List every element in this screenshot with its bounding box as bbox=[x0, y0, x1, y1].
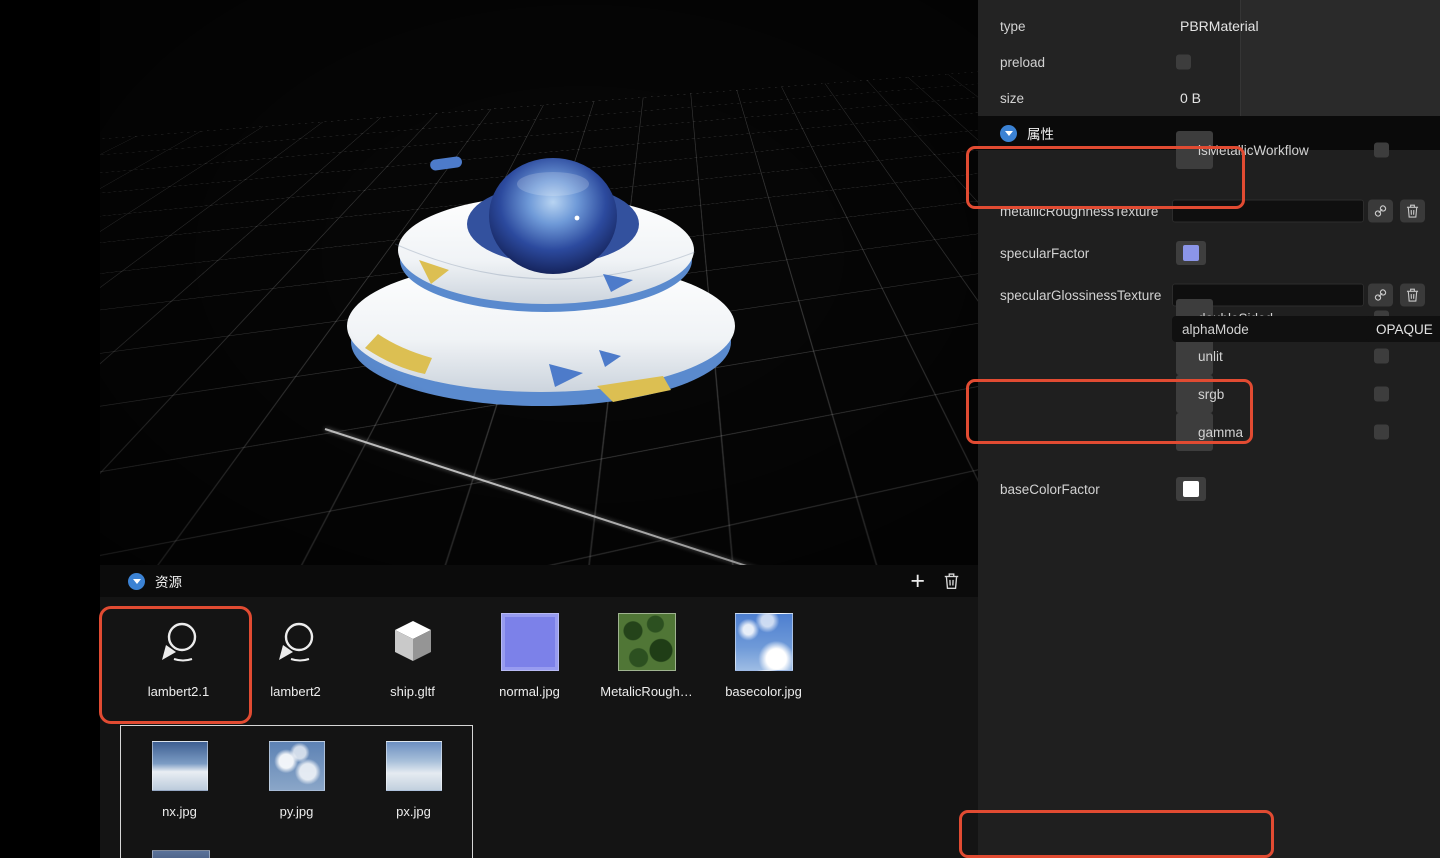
prop-row-unlit: unlit bbox=[1176, 337, 1389, 375]
prop-row-srgb: srgb bbox=[1176, 375, 1389, 413]
prop-row-isMetallicWorkflow: isMetallicWorkflow bbox=[1176, 131, 1389, 169]
size-value: 0 B bbox=[1180, 90, 1202, 106]
metallicRoughnessTexture-delete-button[interactable] bbox=[1400, 199, 1425, 223]
prop-row-specularFactor: specularFactor bbox=[978, 234, 1440, 272]
resources-title: 资源 bbox=[155, 575, 182, 590]
inspector-panel: type PBRMaterial preload size 0 B 属性 isM… bbox=[978, 0, 1440, 858]
asset-thumbnail bbox=[617, 613, 676, 671]
prop-label: gamma bbox=[1198, 424, 1244, 440]
prop-label: type bbox=[1000, 18, 1026, 34]
trash-icon bbox=[1406, 288, 1419, 302]
prop-label: isMetallicWorkflow bbox=[1198, 142, 1309, 158]
specularGlossinessTexture-delete-button[interactable] bbox=[1400, 283, 1425, 307]
link-icon bbox=[1374, 205, 1387, 217]
resources-panel-header: 资源 + bbox=[100, 565, 978, 597]
asset-basecolor.jpg[interactable]: basecolor.jpg bbox=[705, 597, 822, 699]
metallicRoughnessTexture-link-button[interactable] bbox=[1368, 199, 1393, 223]
asset-MetalicRough…[interactable]: MetalicRough… bbox=[588, 597, 705, 699]
partial-thumbnail bbox=[152, 850, 210, 858]
3d-viewport[interactable] bbox=[100, 0, 978, 565]
asset-label: lambert2.1 bbox=[147, 684, 210, 699]
color-swatch bbox=[1183, 245, 1199, 261]
asset-label: py.jpg bbox=[279, 804, 314, 819]
asset-label: nx.jpg bbox=[162, 804, 197, 819]
asset-thumbnail bbox=[153, 613, 205, 671]
asset-thumbnail bbox=[389, 613, 437, 671]
prop-row-type: type PBRMaterial bbox=[978, 8, 1440, 44]
prop-label: preload bbox=[1000, 54, 1046, 70]
material-icon bbox=[278, 622, 313, 662]
prop-label: specularGlossinessTexture bbox=[1000, 287, 1162, 303]
prop-label: size bbox=[1000, 90, 1025, 106]
preload-checkbox[interactable] bbox=[1176, 54, 1191, 70]
asset-label: ship.gltf bbox=[390, 684, 435, 699]
texture-camo-thumbnail bbox=[617, 613, 676, 671]
sky-thumbnail bbox=[268, 741, 325, 791]
unlit-checkbox[interactable] bbox=[1374, 348, 1389, 364]
isMetallicWorkflow-checkbox[interactable] bbox=[1374, 142, 1389, 158]
chevron-down-icon bbox=[1004, 130, 1013, 136]
collapse-icon[interactable] bbox=[128, 572, 145, 590]
trash-icon bbox=[944, 573, 959, 589]
add-asset-button[interactable]: + bbox=[910, 569, 925, 594]
gamma-checkbox[interactable] bbox=[1374, 424, 1389, 440]
assets-panel: lambert2.1 lambert2 ship.gltf normal.jpg Met… bbox=[100, 597, 978, 858]
asset-py.jpg[interactable]: py.jpg bbox=[238, 726, 355, 819]
prop-label: baseColorFactor bbox=[1000, 481, 1100, 497]
viewport-vignette bbox=[100, 0, 978, 565]
asset-normal.jpg[interactable]: normal.jpg bbox=[471, 597, 588, 699]
prop-row-gamma: gamma bbox=[1176, 413, 1389, 451]
prop-row-metallicRoughnessTexture: metallicRoughnessTexture bbox=[978, 188, 1440, 234]
asset-thumbnail bbox=[500, 613, 559, 671]
type-value: PBRMaterial bbox=[1180, 18, 1259, 34]
collapse-icon[interactable] bbox=[1000, 124, 1017, 142]
delete-asset-button[interactable] bbox=[943, 572, 960, 590]
prop-label: unlit bbox=[1198, 348, 1223, 364]
asset-lambert2.1[interactable]: lambert2.1 bbox=[120, 597, 237, 699]
inspector-top-section: type PBRMaterial preload size 0 B bbox=[978, 0, 1440, 116]
asset-label: MetalicRough… bbox=[600, 684, 693, 699]
material-icon bbox=[161, 622, 196, 662]
baseColorFactor-color-picker[interactable] bbox=[1176, 477, 1206, 501]
link-icon bbox=[1374, 289, 1387, 301]
asset-label: px.jpg bbox=[396, 804, 431, 819]
editor-app: 资源 + lambert2.1 lambert2 ship.gltf normal.j… bbox=[0, 0, 1440, 858]
trash-icon bbox=[1406, 204, 1419, 218]
color-swatch bbox=[1183, 481, 1199, 497]
sky-thumbnail bbox=[151, 741, 208, 791]
sky-thumbnail bbox=[385, 741, 442, 791]
asset-lambert2[interactable]: lambert2 bbox=[237, 597, 354, 699]
chevron-down-icon bbox=[132, 578, 141, 584]
asset-thumbnail bbox=[734, 613, 793, 671]
asset-ship.gltf[interactable]: ship.gltf bbox=[354, 597, 471, 699]
asset-label: lambert2 bbox=[270, 684, 321, 699]
prop-row-size: size 0 B bbox=[978, 80, 1440, 116]
metallicRoughnessTexture-input[interactable] bbox=[1172, 199, 1364, 223]
specularFactor-color-picker[interactable] bbox=[1176, 241, 1206, 265]
texture-sky-thumbnail bbox=[734, 613, 793, 671]
model-cube-icon bbox=[394, 621, 431, 661]
prop-label: alphaMode bbox=[1182, 321, 1249, 337]
cubemap-group: nx.jpg py.jpg px.jpg bbox=[120, 725, 473, 858]
prop-label: srgb bbox=[1198, 386, 1225, 402]
prop-label: specularFactor bbox=[1000, 245, 1090, 261]
specularGlossinessTexture-link-button[interactable] bbox=[1368, 283, 1393, 307]
srgb-checkbox[interactable] bbox=[1374, 386, 1389, 402]
asset-label: normal.jpg bbox=[499, 684, 560, 699]
asset-px.jpg[interactable]: px.jpg bbox=[355, 726, 472, 819]
prop-row-preload: preload bbox=[978, 44, 1440, 80]
asset-nx.jpg[interactable]: nx.jpg bbox=[121, 726, 238, 819]
prop-label: metallicRoughnessTexture bbox=[1000, 203, 1159, 219]
asset-thumbnail bbox=[270, 613, 322, 671]
alphaMode-select[interactable]: OPAQUE bbox=[1366, 316, 1440, 342]
properties-title: 属性 bbox=[1027, 127, 1054, 142]
select-value: OPAQUE bbox=[1376, 321, 1433, 337]
texture-normal-thumbnail bbox=[500, 613, 559, 671]
prop-row-baseColorFactor: baseColorFactor bbox=[978, 470, 1440, 508]
asset-label: basecolor.jpg bbox=[725, 684, 802, 699]
prop-row-alphaMode: alphaMode OPAQUE bbox=[1172, 316, 1440, 342]
